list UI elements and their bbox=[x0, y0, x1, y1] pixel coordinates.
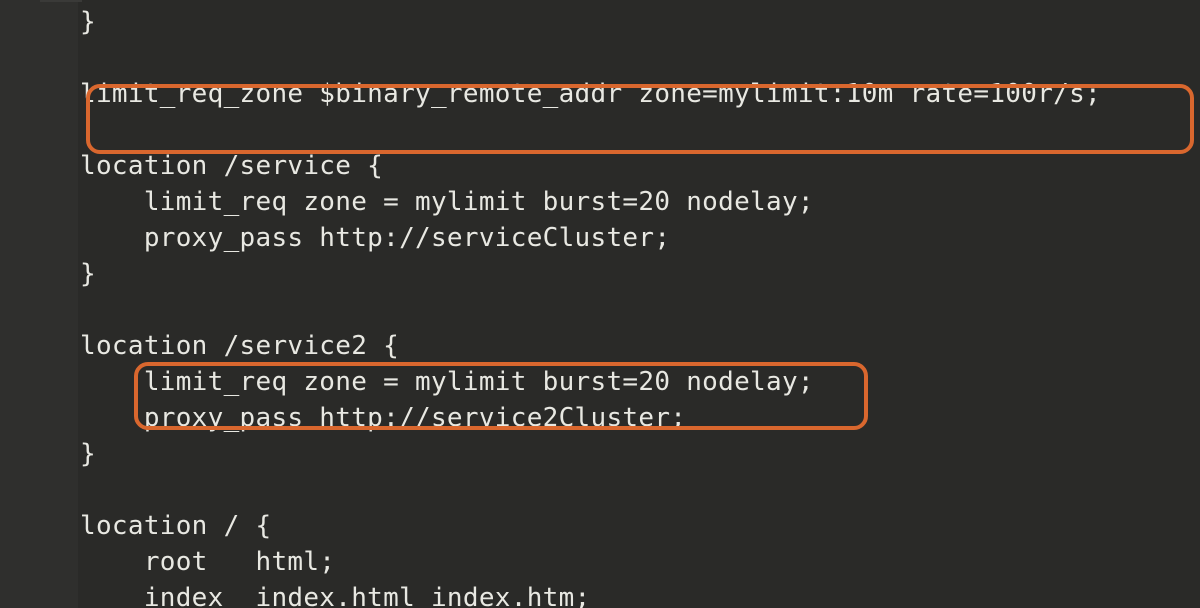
code-block: server 10.12.66.187:9433; } limit_req_zo… bbox=[80, 0, 1101, 608]
code-screenshot: server 10.12.66.187:9433; } limit_req_zo… bbox=[0, 0, 1200, 608]
editor-gutter bbox=[0, 0, 78, 608]
